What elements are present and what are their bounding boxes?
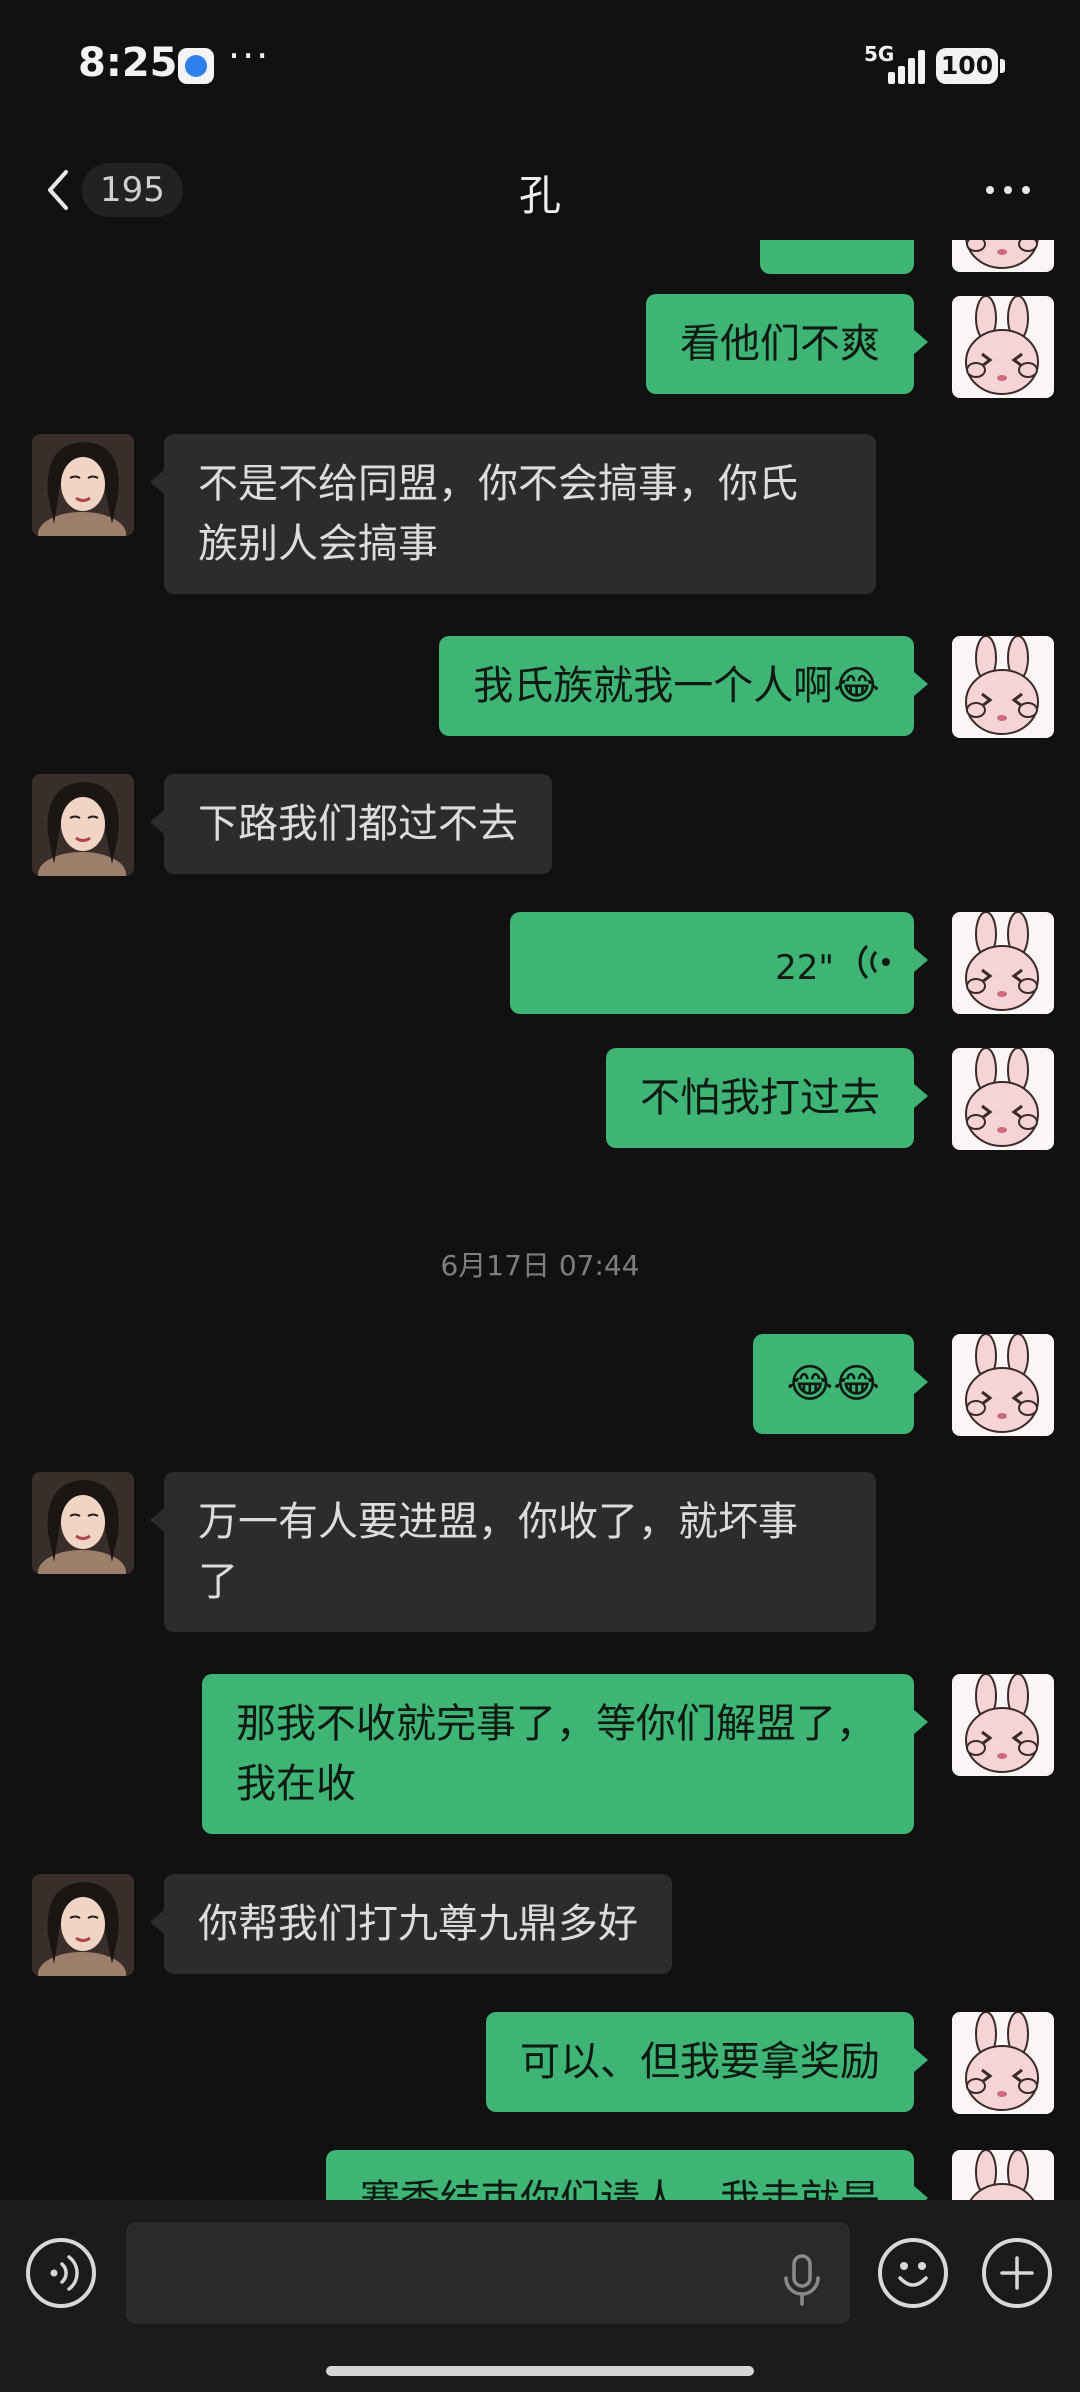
home-indicator[interactable]	[326, 2366, 754, 2376]
message-timestamp: 6月17日 07:44	[440, 1249, 640, 1282]
status-bar: 8:25 ··· 5G 100	[0, 0, 1080, 130]
message-bubble[interactable]: 不怕我打过去	[606, 1048, 928, 1148]
message-bubble-partial[interactable]	[760, 240, 914, 274]
message-line: 我在收	[236, 1761, 356, 1807]
contact-avatar[interactable]	[32, 434, 134, 536]
emoji-button[interactable]	[878, 2238, 948, 2308]
message-bubble[interactable]: 不是不给同盟，你不会搞事，你氏 族别人会搞事	[150, 434, 876, 594]
more-notifications-indicator: ···	[228, 34, 271, 78]
message-bubble[interactable]: 那我不收就完事了，等你们解盟了， 我在收	[202, 1674, 928, 1834]
message-bubble[interactable]: 我氏族就我一个人啊😂	[439, 636, 928, 736]
voice-message-bubble[interactable]: 22"	[510, 912, 928, 1014]
my-avatar[interactable]	[952, 912, 1054, 1014]
my-avatar[interactable]	[952, 240, 1054, 272]
message-bubble[interactable]: 看他们不爽	[646, 294, 928, 394]
message-bubble[interactable]: 万一有人要进盟，你收了，就坏事 了	[150, 1472, 876, 1632]
voice-wave-icon	[858, 944, 890, 980]
notification-app-icon	[178, 48, 214, 84]
contact-avatar[interactable]	[32, 774, 134, 876]
voice-duration: 22"	[775, 948, 834, 988]
my-avatar[interactable]	[952, 1334, 1054, 1436]
message-text: 我氏族就我一个人啊	[473, 663, 834, 709]
message-bubble[interactable]: 可以、但我要拿奖励	[486, 2012, 928, 2112]
message-input-field[interactable]	[126, 2222, 850, 2324]
my-avatar[interactable]	[952, 2150, 1054, 2200]
input-bar	[0, 2200, 1080, 2392]
message-bubble[interactable]: 赛季结束你们请人，我走就是	[326, 2150, 928, 2200]
my-avatar[interactable]	[952, 1674, 1054, 1776]
battery-icon: 100	[936, 48, 1005, 84]
status-time: 8:25	[78, 40, 178, 86]
contact-avatar[interactable]	[32, 1472, 134, 1574]
my-avatar[interactable]	[952, 636, 1054, 738]
message-bubble[interactable]: 下路我们都过不去	[150, 774, 552, 874]
plus-icon	[1000, 2256, 1034, 2290]
voice-input-toggle-button[interactable]	[26, 2238, 96, 2308]
laughing-emoji-icon: 😂	[833, 663, 880, 709]
chat-title: 孔	[518, 171, 561, 220]
my-avatar[interactable]	[952, 2012, 1054, 2114]
contact-avatar[interactable]	[32, 1874, 134, 1976]
more-actions-button[interactable]	[982, 2238, 1052, 2308]
message-line: 不是不给同盟，你不会搞事，你氏	[198, 461, 798, 507]
smiley-icon	[898, 2262, 928, 2287]
signal-strength-icon	[880, 48, 925, 84]
message-bubble[interactable]: 你帮我们打九尊九鼎多好	[150, 1874, 672, 1974]
message-bubble[interactable]: 😂😂	[752, 1334, 929, 1434]
my-avatar[interactable]	[952, 1048, 1054, 1150]
more-options-icon[interactable]	[980, 162, 1036, 218]
message-line: 那我不收就完事了，等你们解盟了，	[236, 1701, 876, 1747]
chat-messages[interactable]: 看他们不爽 不是不给同盟，你不会搞事，你氏 族别人会搞事 我氏族就我一个人啊😂 …	[0, 240, 1080, 2200]
message-line: 了	[198, 1559, 238, 1605]
chat-header: 195 孔	[0, 140, 1080, 240]
my-avatar[interactable]	[952, 296, 1054, 398]
voice-wave-icon	[50, 2255, 79, 2291]
message-line: 族别人会搞事	[198, 521, 438, 567]
message-line: 万一有人要进盟，你收了，就坏事	[198, 1499, 798, 1545]
microphone-icon[interactable]	[780, 2252, 824, 2308]
